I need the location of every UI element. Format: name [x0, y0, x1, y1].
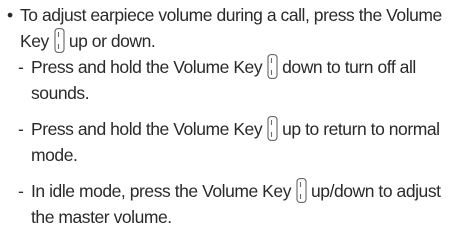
bullet-symbol: •	[7, 5, 13, 25]
sub-item-line-1-start: In idle mode, press the Volume Key	[31, 181, 291, 201]
bullet-line-2-start: Key	[20, 31, 49, 51]
sub-item-line-2: mode.	[31, 145, 78, 165]
volume-key-icon	[267, 54, 278, 79]
sub-item-line-2: sounds.	[31, 83, 90, 103]
bullet-line-2: Key up or down.	[20, 28, 460, 54]
sub-item-line-1: Press and hold the Volume Key down to tur…	[31, 54, 463, 80]
sub-item-line-1-end: down to turn off all	[282, 57, 416, 77]
instruction-text-block: • To adjust earpiece volume during a cal…	[0, 0, 463, 246]
sub-item-line-1-start: Press and hold the Volume Key	[31, 57, 263, 77]
sub-item-paragraph: Press and hold the Volume Key down to tur…	[31, 54, 463, 106]
volume-key-icon	[267, 116, 278, 141]
bullet-line-2-end: up or down.	[68, 31, 156, 51]
dash-symbol: -	[18, 119, 24, 139]
dash-symbol: -	[18, 181, 24, 201]
dash-symbol: -	[18, 57, 24, 77]
sub-item-line-1-start: Press and hold the Volume Key	[31, 119, 263, 139]
sub-item-line-2: the master volume.	[31, 207, 172, 227]
bullet-paragraph: To adjust earpiece volume during a call,…	[20, 2, 460, 54]
volume-key-icon	[54, 28, 65, 53]
bullet-line-1: To adjust earpiece volume during a call,…	[20, 5, 442, 25]
sub-item-line-1: Press and hold the Volume Key up to retur…	[31, 116, 463, 142]
sub-item-line-1-end: up/down to adjust	[311, 181, 441, 201]
volume-key-icon	[296, 178, 307, 203]
sub-item-paragraph: In idle mode, press the Volume Key up/dow…	[31, 178, 463, 230]
sub-item-line-1: In idle mode, press the Volume Key up/dow…	[31, 178, 463, 204]
sub-item-line-1-end: up to return to normal	[282, 119, 440, 139]
sub-item-paragraph: Press and hold the Volume Key up to retur…	[31, 116, 463, 168]
